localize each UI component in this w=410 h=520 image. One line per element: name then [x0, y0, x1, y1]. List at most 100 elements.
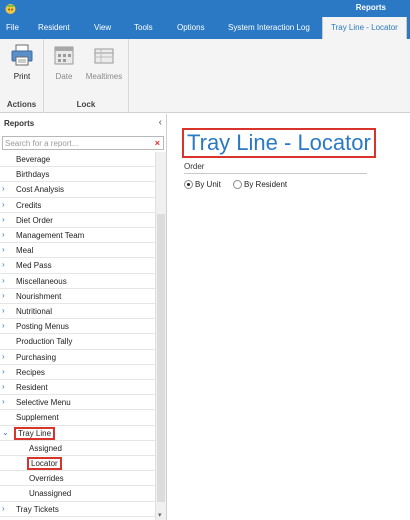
- tab-tray-line-locator[interactable]: Tray Line - Locator: [322, 17, 407, 39]
- radio-selected-icon: [184, 180, 193, 189]
- tree-item-miscellaneous[interactable]: › Miscellaneous: [0, 274, 155, 289]
- menu-tools[interactable]: Tools: [134, 17, 153, 39]
- report-content: Tray Line - Locator Order By Unit By Res…: [168, 114, 410, 520]
- chevron-left-icon[interactable]: ‹: [159, 117, 162, 128]
- tree-item-diet-order[interactable]: › Diet Order: [0, 213, 155, 228]
- tree-item-label: Supplement: [16, 413, 59, 423]
- expand-arrow-icon[interactable]: ›: [2, 367, 10, 376]
- expand-arrow-icon[interactable]: ›: [2, 200, 10, 209]
- tree-item-meal[interactable]: › Meal: [0, 243, 155, 259]
- print-button[interactable]: Print: [7, 42, 37, 81]
- order-label: Order: [184, 162, 205, 171]
- tree-scrollbar[interactable]: ▾: [155, 152, 166, 520]
- report-search-input[interactable]: [3, 137, 151, 149]
- tree-item-tray-tickets[interactable]: › Tray Tickets: [0, 502, 155, 517]
- reports-panel-header: Reports ‹: [0, 114, 167, 133]
- tree-item-label: Resident: [16, 383, 48, 392]
- scrollbar-thumb[interactable]: [157, 214, 165, 502]
- tree-item-med-pass[interactable]: › Med Pass: [0, 258, 155, 274]
- tree-item-label: Nourishment: [16, 291, 62, 301]
- mealtimes-icon: [91, 42, 117, 68]
- report-tree: Beverage Birthdays › Cost Analysis › Credi…: [0, 152, 155, 520]
- tree-item-posting-menus[interactable]: › Posting Menus: [0, 319, 155, 335]
- date-button[interactable]: Date: [50, 42, 78, 81]
- expand-arrow-icon[interactable]: ›: [2, 306, 10, 315]
- page-title: Tray Line - Locator: [182, 128, 376, 158]
- menu-system-interaction-log[interactable]: System Interaction Log: [228, 17, 310, 39]
- ribbon-group-actions: Print Actions: [0, 39, 44, 113]
- ribbon: Print Actions Date Mealtimes Lock: [0, 39, 410, 113]
- tree-item-cost-analysis[interactable]: › Cost Analysis: [0, 182, 155, 198]
- scroll-down-icon[interactable]: ▾: [158, 511, 162, 519]
- mealtimes-label: Mealtimes: [85, 72, 123, 81]
- date-label: Date: [55, 72, 73, 81]
- tree-item-tray-line[interactable]: ⌄ Tray Line: [0, 426, 155, 441]
- menu-view[interactable]: View: [94, 17, 111, 39]
- mealtimes-button[interactable]: Mealtimes: [82, 42, 126, 81]
- tree-item-selective-menu[interactable]: › Selective Menu: [0, 395, 155, 411]
- expand-arrow-icon[interactable]: ›: [2, 184, 10, 193]
- tree-item-purchasing[interactable]: › Purchasing: [0, 350, 155, 365]
- ribbon-group-label-actions: Actions: [6, 100, 37, 109]
- tree-item-label: Recipes: [16, 367, 45, 377]
- expand-arrow-icon[interactable]: ›: [2, 230, 10, 239]
- tree-item-recipes[interactable]: › Recipes: [0, 365, 155, 380]
- tree-item-label: Credits: [16, 200, 42, 210]
- print-label: Print: [13, 72, 31, 81]
- tree-item-assigned[interactable]: Assigned: [0, 441, 155, 456]
- menu-file[interactable]: File: [6, 17, 19, 39]
- radio-label: By Unit: [195, 180, 221, 189]
- tree-item-label: Miscellaneous: [16, 276, 67, 286]
- tree-item-resident[interactable]: › Resident: [0, 380, 155, 396]
- tree-item-supplement[interactable]: Supplement: [0, 410, 155, 426]
- tree-item-production-tally[interactable]: Production Tally: [0, 334, 155, 350]
- expand-arrow-icon[interactable]: ›: [2, 276, 10, 285]
- tree-item-label: Tray Tickets: [16, 504, 59, 514]
- clear-search-icon[interactable]: ×: [155, 137, 160, 149]
- tree-item-label: Cost Analysis: [16, 185, 65, 195]
- printer-icon: [9, 42, 35, 68]
- tree-item-label: Beverage: [16, 155, 51, 164]
- radio-by-unit[interactable]: By Unit: [184, 180, 221, 189]
- radio-label: By Resident: [244, 180, 288, 189]
- reports-panel-title: Reports: [4, 119, 35, 128]
- expand-arrow-icon[interactable]: ›: [2, 215, 10, 224]
- tree-item-overrides[interactable]: Overrides: [0, 471, 155, 487]
- tree-item-birthdays[interactable]: Birthdays: [0, 167, 155, 183]
- menu-resident[interactable]: Resident: [38, 17, 70, 39]
- radio-unselected-icon: [233, 180, 242, 189]
- expand-arrow-icon[interactable]: ›: [2, 382, 10, 391]
- expand-arrow-icon[interactable]: ›: [2, 321, 10, 330]
- expand-arrow-icon[interactable]: ›: [2, 260, 10, 269]
- app-logo-icon: [4, 2, 17, 15]
- expand-arrow-icon[interactable]: ›: [2, 291, 10, 300]
- tree-item-label: Nutritional: [16, 307, 53, 316]
- expand-arrow-icon[interactable]: ›: [2, 504, 10, 513]
- order-divider: [184, 173, 367, 174]
- tree-item-label: Overrides: [29, 474, 64, 484]
- tree-item-label: Diet Order: [16, 215, 53, 225]
- tree-item-unassigned[interactable]: Unassigned: [0, 486, 155, 502]
- ribbon-group-lock: Date Mealtimes Lock: [44, 39, 129, 113]
- tree-item-label: Purchasing: [16, 352, 57, 362]
- tree-item-label: Selective Menu: [16, 398, 71, 408]
- tree-item-label: Assigned: [29, 443, 62, 453]
- menu-bar: File Resident View Tools Options System …: [0, 17, 410, 39]
- tree-item-label: Unassigned: [29, 489, 72, 499]
- collapse-arrow-icon[interactable]: ⌄: [2, 428, 10, 437]
- radio-by-resident[interactable]: By Resident: [233, 180, 287, 189]
- tree-item-management-team[interactable]: › Management Team: [0, 228, 155, 244]
- expand-arrow-icon[interactable]: ›: [2, 352, 10, 361]
- tree-item-nutritional[interactable]: › Nutritional: [0, 304, 155, 320]
- expand-arrow-icon[interactable]: ›: [2, 245, 10, 254]
- tree-item-beverage[interactable]: Beverage: [0, 152, 155, 168]
- menu-options[interactable]: Options: [177, 17, 205, 39]
- tree-item-credits[interactable]: › Credits: [0, 198, 155, 213]
- tree-item-locator[interactable]: Locator: [0, 456, 155, 472]
- tree-item-nourishment[interactable]: › Nourishment: [0, 289, 155, 304]
- tree-item-label: Tray Line: [13, 426, 56, 440]
- tree-item-label: Production Tally: [16, 337, 73, 347]
- tree-item-label: Management Team: [16, 231, 85, 240]
- expand-arrow-icon[interactable]: ›: [2, 397, 10, 406]
- ribbon-group-label-lock: Lock: [76, 100, 96, 109]
